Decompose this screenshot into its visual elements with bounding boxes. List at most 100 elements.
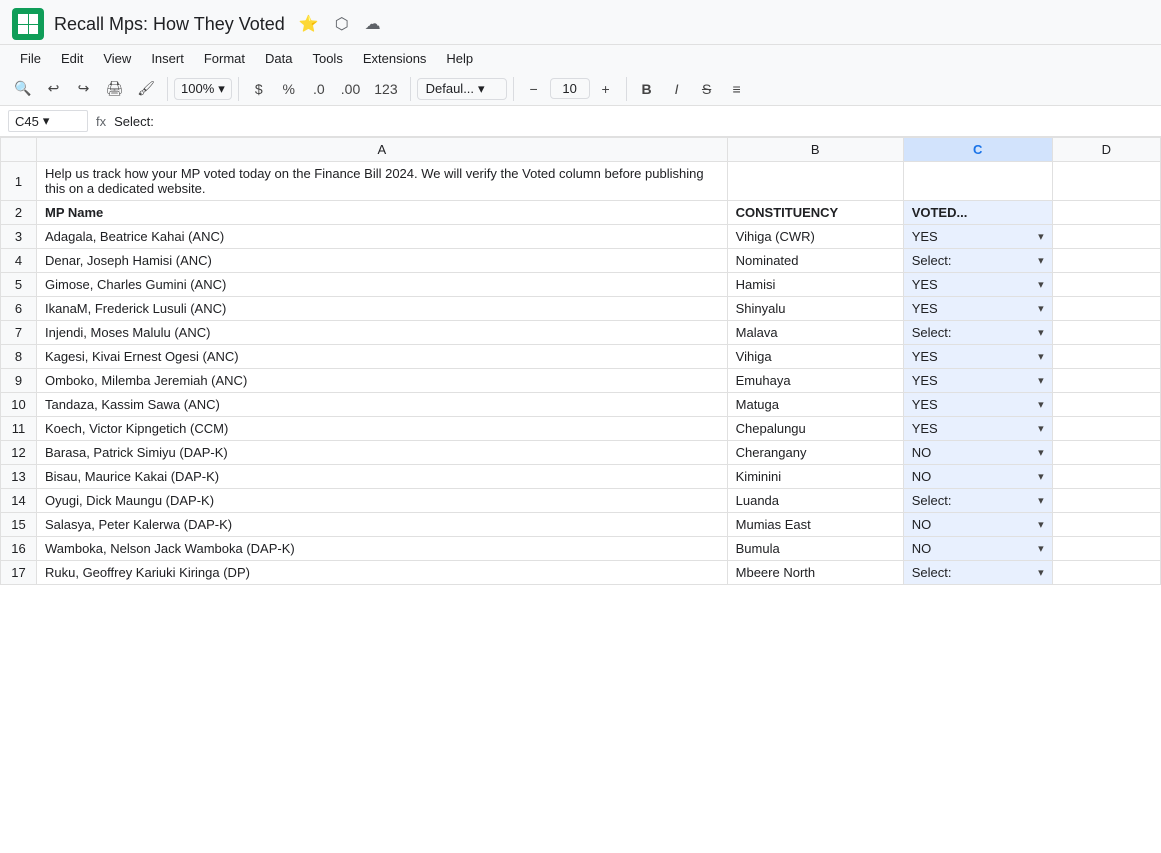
cell-constituency[interactable]: Malava [727, 321, 903, 345]
dropdown-arrow-icon[interactable]: ▾ [1038, 494, 1044, 507]
font-selector[interactable]: Defaul... ▾ [417, 78, 507, 100]
cell-mp-name[interactable]: Tandaza, Kassim Sawa (ANC) [37, 393, 728, 417]
more-format-button[interactable]: ≡ [723, 77, 751, 101]
dropdown-arrow-icon[interactable]: ▾ [1038, 542, 1044, 555]
cell-d[interactable] [1052, 513, 1160, 537]
print-button[interactable]: 🖨 [99, 76, 129, 101]
cell-mp-name[interactable]: Barasa, Patrick Simiyu (DAP-K) [37, 441, 728, 465]
cloud-icon[interactable]: ☁ [361, 12, 385, 36]
cell-constituency[interactable]: Vihiga (CWR) [727, 225, 903, 249]
cell-voted[interactable]: YES▾ [903, 393, 1052, 417]
font-size-input[interactable]: 10 [550, 78, 590, 99]
dropdown-arrow-icon[interactable]: ▾ [1038, 278, 1044, 291]
dropdown-arrow-icon[interactable]: ▾ [1038, 374, 1044, 387]
cell-mp-name[interactable]: Denar, Joseph Hamisi (ANC) [37, 249, 728, 273]
dropdown-arrow-icon[interactable]: ▾ [1038, 470, 1044, 483]
menu-format[interactable]: Format [196, 47, 253, 70]
cell-voted[interactable]: Select:▾ [903, 489, 1052, 513]
cell-voted[interactable]: YES▾ [903, 297, 1052, 321]
cell-voted[interactable]: NO▾ [903, 465, 1052, 489]
menu-view[interactable]: View [95, 47, 139, 70]
zoom-selector[interactable]: 100% ▾ [174, 78, 232, 100]
cell-mp-name[interactable]: MP Name [37, 201, 728, 225]
menu-extensions[interactable]: Extensions [355, 47, 435, 70]
cell-constituency[interactable]: Mumias East [727, 513, 903, 537]
drive-icon[interactable]: ⬡ [331, 12, 353, 36]
dropdown-arrow-icon[interactable]: ▾ [1038, 566, 1044, 579]
cell-d[interactable] [1052, 201, 1160, 225]
cell-d[interactable] [1052, 345, 1160, 369]
cell-constituency[interactable] [727, 162, 903, 201]
menu-data[interactable]: Data [257, 47, 300, 70]
number-format-button[interactable]: 123 [368, 77, 403, 101]
cell-d[interactable] [1052, 441, 1160, 465]
cell-constituency[interactable]: Hamisi [727, 273, 903, 297]
cell-mp-name[interactable]: Ruku, Geoffrey Kariuki Kiringa (DP) [37, 561, 728, 585]
font-size-dec-button[interactable]: − [520, 77, 548, 101]
cell-constituency[interactable]: CONSTITUENCY [727, 201, 903, 225]
cell-d[interactable] [1052, 561, 1160, 585]
cell-voted[interactable] [903, 162, 1052, 201]
paint-format-button[interactable]: 🖌 [131, 76, 161, 101]
menu-tools[interactable]: Tools [304, 47, 350, 70]
cell-voted[interactable]: YES▾ [903, 369, 1052, 393]
cell-voted[interactable]: Select:▾ [903, 249, 1052, 273]
col-header-A[interactable]: A [37, 138, 728, 162]
menu-file[interactable]: File [12, 47, 49, 70]
undo-button[interactable]: ↩ [39, 76, 67, 101]
cell-d[interactable] [1052, 321, 1160, 345]
cell-mp-name[interactable]: Oyugi, Dick Maungu (DAP-K) [37, 489, 728, 513]
menu-help[interactable]: Help [438, 47, 481, 70]
cell-voted[interactable]: NO▾ [903, 513, 1052, 537]
cell-voted[interactable]: YES▾ [903, 225, 1052, 249]
cell-d[interactable] [1052, 225, 1160, 249]
font-size-inc-button[interactable]: + [592, 77, 620, 101]
cell-mp-name[interactable]: Koech, Victor Kipngetich (CCM) [37, 417, 728, 441]
cell-d[interactable] [1052, 537, 1160, 561]
cell-mp-name[interactable]: Omboko, Milemba Jeremiah (ANC) [37, 369, 728, 393]
cell-mp-name[interactable]: Adagala, Beatrice Kahai (ANC) [37, 225, 728, 249]
cell-d[interactable] [1052, 273, 1160, 297]
cell-d[interactable] [1052, 369, 1160, 393]
col-header-C[interactable]: C [903, 138, 1052, 162]
cell-d[interactable] [1052, 465, 1160, 489]
dropdown-arrow-icon[interactable]: ▾ [1038, 422, 1044, 435]
cell-voted[interactable]: Select:▾ [903, 561, 1052, 585]
cell-d[interactable] [1052, 297, 1160, 321]
cell-voted[interactable]: YES▾ [903, 417, 1052, 441]
italic-button[interactable]: I [663, 77, 691, 101]
cell-constituency[interactable]: Chepalungu [727, 417, 903, 441]
dropdown-arrow-icon[interactable]: ▾ [1038, 254, 1044, 267]
cell-voted[interactable]: NO▾ [903, 441, 1052, 465]
star-icon[interactable]: ⭐ [295, 12, 323, 36]
strikethrough-button[interactable]: S [693, 77, 721, 101]
cell-mp-name[interactable]: Kagesi, Kivai Ernest Ogesi (ANC) [37, 345, 728, 369]
col-header-B[interactable]: B [727, 138, 903, 162]
cell-d[interactable] [1052, 489, 1160, 513]
search-icon[interactable]: 🔍 [8, 76, 37, 101]
menu-edit[interactable]: Edit [53, 47, 91, 70]
cell-voted[interactable]: NO▾ [903, 537, 1052, 561]
cell-reference-box[interactable]: C45 ▾ [8, 110, 88, 132]
cell-constituency[interactable]: Cherangany [727, 441, 903, 465]
cell-d[interactable] [1052, 249, 1160, 273]
cell-constituency[interactable]: Nominated [727, 249, 903, 273]
cell-ref-dropdown[interactable]: ▾ [43, 113, 50, 129]
cell-mp-name[interactable]: Wamboka, Nelson Jack Wamboka (DAP-K) [37, 537, 728, 561]
menu-insert[interactable]: Insert [143, 47, 192, 70]
dropdown-arrow-icon[interactable]: ▾ [1038, 446, 1044, 459]
cell-mp-name[interactable]: Help us track how your MP voted today on… [37, 162, 728, 201]
cell-mp-name[interactable]: Bisau, Maurice Kakai (DAP-K) [37, 465, 728, 489]
cell-constituency[interactable]: Shinyalu [727, 297, 903, 321]
bold-button[interactable]: B [633, 77, 661, 101]
redo-button[interactable]: ↪ [69, 76, 97, 101]
cell-constituency[interactable]: Kiminini [727, 465, 903, 489]
dropdown-arrow-icon[interactable]: ▾ [1038, 326, 1044, 339]
cell-constituency[interactable]: Matuga [727, 393, 903, 417]
cell-voted[interactable]: YES▾ [903, 273, 1052, 297]
col-header-D[interactable]: D [1052, 138, 1160, 162]
cell-mp-name[interactable]: IkanaM, Frederick Lusuli (ANC) [37, 297, 728, 321]
cell-mp-name[interactable]: Injendi, Moses Malulu (ANC) [37, 321, 728, 345]
cell-mp-name[interactable]: Gimose, Charles Gumini (ANC) [37, 273, 728, 297]
cell-constituency[interactable]: Mbeere North [727, 561, 903, 585]
